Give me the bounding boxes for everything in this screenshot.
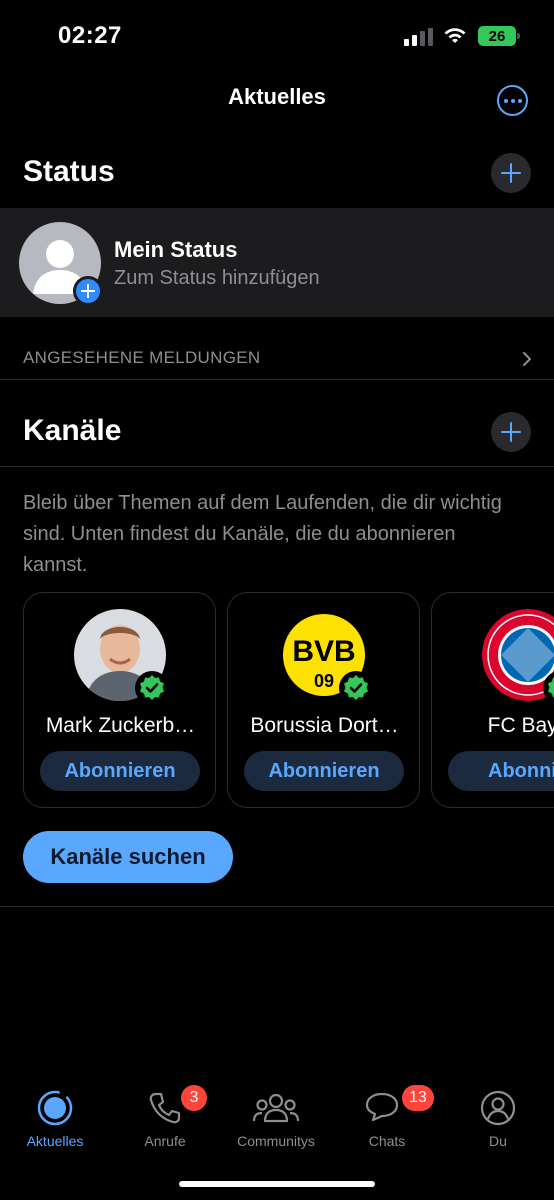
channel-name: Mark Zuckerb… [45,714,196,737]
my-status-row[interactable]: Mein Status Zum Status hinzufügen [0,208,554,317]
channel-name: Borussia Dort… [250,714,399,737]
status-section-title: Status [23,155,115,188]
search-channels-button[interactable]: Kanäle suchen [23,831,233,883]
status-bar: 02:27 26 [0,0,554,74]
unread-chats-badge: 13 [402,1085,434,1111]
channel-card[interactable]: Mark Zuckerb… Abonnieren [23,592,216,808]
subscribe-button[interactable]: Abonnieren [40,751,200,791]
tab-label: Aktuelles [26,1133,84,1149]
tab-label: Communitys [237,1133,315,1149]
my-status-subtitle: Zum Status hinzufügen [114,267,320,289]
tab-label: Du [489,1133,507,1149]
svg-text:09: 09 [314,671,334,691]
tab-profile[interactable]: Du [443,1080,553,1160]
channels-description: Bleib über Themen auf dem Laufenden, die… [23,492,502,576]
viewed-updates-label: ANGESEHENE MELDUNGEN [23,348,261,367]
tab-label: Anrufe [144,1133,186,1149]
clock: 02:27 [58,22,122,49]
battery-indicator: 26 [478,26,520,46]
verified-badge-icon [339,671,373,705]
channel-card[interactable]: BVB 09 Borussia Dort… Abonnieren [227,592,420,808]
verified-badge-icon [135,671,169,705]
viewed-updates-row[interactable]: ANGESEHENE MELDUNGEN [0,340,554,380]
phone-icon [149,1092,181,1124]
subscribe-button[interactable]: Abonnie [448,751,554,791]
missed-calls-badge: 3 [181,1085,207,1111]
add-status-plus-icon[interactable] [73,276,103,306]
channel-name: FC Baye [487,714,554,737]
chats-icon [365,1092,399,1122]
svg-text:BVB: BVB [292,635,355,668]
add-status-button[interactable] [491,153,531,193]
more-icon [503,98,508,103]
channels-section-title: Kanäle [23,414,122,447]
tab-updates[interactable]: Aktuelles [0,1080,110,1160]
chevron-right-icon [523,352,531,366]
cellular-signal-icon [404,28,433,46]
more-icon-dot [517,98,522,103]
divider [0,906,554,907]
channel-cards-carousel[interactable]: Mark Zuckerb… Abonnieren BVB 09 Borussia… [23,592,554,808]
profile-icon [480,1090,516,1126]
channel-card[interactable]: FC Baye Abonnie [431,592,554,808]
more-options-button[interactable] [497,85,528,116]
communities-icon [253,1093,299,1123]
tab-calls[interactable]: 3 Anrufe [110,1080,220,1160]
updates-icon [37,1090,73,1126]
divider [0,466,554,467]
wifi-icon [444,28,466,43]
add-channel-button[interactable] [491,412,531,452]
tab-label: Chats [368,1133,406,1149]
my-status-name: Mein Status [114,237,238,262]
subscribe-button[interactable]: Abonnieren [244,751,404,791]
more-icon-dot [510,98,515,103]
tab-communities[interactable]: Communitys [221,1080,331,1160]
tab-chats[interactable]: 13 Chats [332,1080,442,1160]
page-title: Aktuelles [228,84,326,109]
home-indicator[interactable] [179,1181,375,1187]
battery-level: 26 [488,27,506,45]
